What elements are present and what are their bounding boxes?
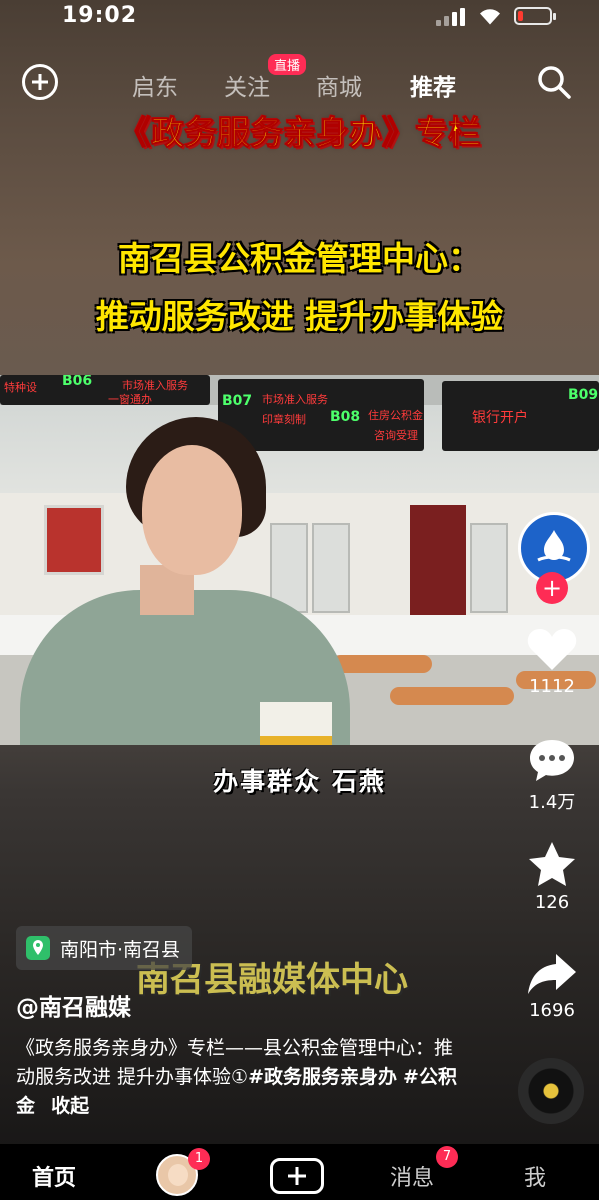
comment-count: 1.4万 — [528, 792, 576, 813]
music-disc-icon[interactable] — [518, 1058, 584, 1124]
signal-icon — [436, 8, 466, 26]
cabinet — [470, 523, 508, 613]
comment-icon — [530, 740, 574, 781]
wifi-icon — [480, 9, 500, 25]
door — [410, 505, 466, 615]
add-plus-icon[interactable] — [22, 64, 58, 100]
location-tag[interactable]: 南阳市·南召县 — [16, 926, 193, 970]
search-icon[interactable] — [536, 64, 572, 100]
service-sign-b09: 银行开户 B09 — [442, 381, 599, 451]
video-frame[interactable]: 特种设 B06 市场准入服务 一窗通办 B07 市场准入服务 印章刻制 B08 … — [0, 375, 599, 745]
collapse-link[interactable]: 收起 — [51, 1095, 89, 1117]
like-button[interactable]: 1112 — [514, 626, 590, 697]
friends-badge: 1 — [188, 1148, 210, 1170]
follow-plus-button[interactable]: + — [536, 572, 568, 604]
favorite-count: 126 — [534, 892, 570, 913]
create-plus-button[interactable] — [270, 1158, 324, 1194]
share-button[interactable]: 1696 — [514, 952, 590, 1021]
location-label: 南阳市·南召县 — [60, 938, 181, 961]
chair — [390, 687, 514, 705]
favorite-button[interactable]: 126 — [514, 840, 590, 913]
video-headline-1: 南召县公积金管理中心： — [118, 239, 481, 278]
battery-icon — [514, 7, 556, 25]
video-feed-screen[interactable]: 19:02 启东 关注 直播 商城 推荐 《政务服务亲身办》专栏 南召县公积金管… — [0, 0, 599, 1200]
speaker-caption: 办事群众 石燕 — [213, 767, 386, 796]
tab-mall[interactable]: 商城 — [316, 68, 362, 102]
like-count: 1112 — [529, 676, 575, 697]
live-badge: 直播 — [268, 54, 307, 75]
bottom-nav: 首页 1 消息 7 我 — [0, 1144, 599, 1200]
interviewee — [20, 415, 350, 745]
video-headline-2: 推动服务改进 提升办事体验 — [95, 297, 504, 336]
hashtag-government-service[interactable]: #政务服务亲身办 — [248, 1066, 397, 1088]
comment-button[interactable]: 1.4万 — [514, 736, 590, 814]
location-pin-icon — [26, 936, 50, 960]
tab-qidong[interactable]: 启东 — [132, 68, 178, 102]
star-icon — [529, 842, 575, 886]
video-title: 《政务服务亲身办》专栏 — [118, 113, 482, 153]
heart-icon — [527, 629, 577, 670]
nav-messages[interactable]: 消息 — [390, 1160, 434, 1192]
tab-following[interactable]: 关注 — [224, 68, 270, 102]
messages-badge: 7 — [436, 1146, 458, 1168]
top-nav: 启东 关注 直播 商城 推荐 — [0, 54, 599, 108]
nav-me[interactable]: 我 — [524, 1160, 546, 1192]
post-description: 《政务服务亲身办》专栏——县公积金管理中心：推动服务改进 提升办事体验①#政务服… — [16, 1034, 466, 1121]
share-count: 1696 — [529, 1000, 575, 1021]
status-bar: 19:02 — [0, 0, 599, 34]
share-arrow-icon — [528, 954, 576, 994]
service-sign-b06: 特种设 B06 市场准入服务 一窗通办 — [0, 375, 210, 406]
author-name[interactable]: @南召融媒 — [16, 988, 131, 1022]
author-logo-icon — [537, 530, 571, 562]
tab-recommend[interactable]: 推荐 — [410, 68, 456, 102]
status-time: 19:02 — [62, 3, 138, 28]
nav-home[interactable]: 首页 — [32, 1160, 76, 1192]
